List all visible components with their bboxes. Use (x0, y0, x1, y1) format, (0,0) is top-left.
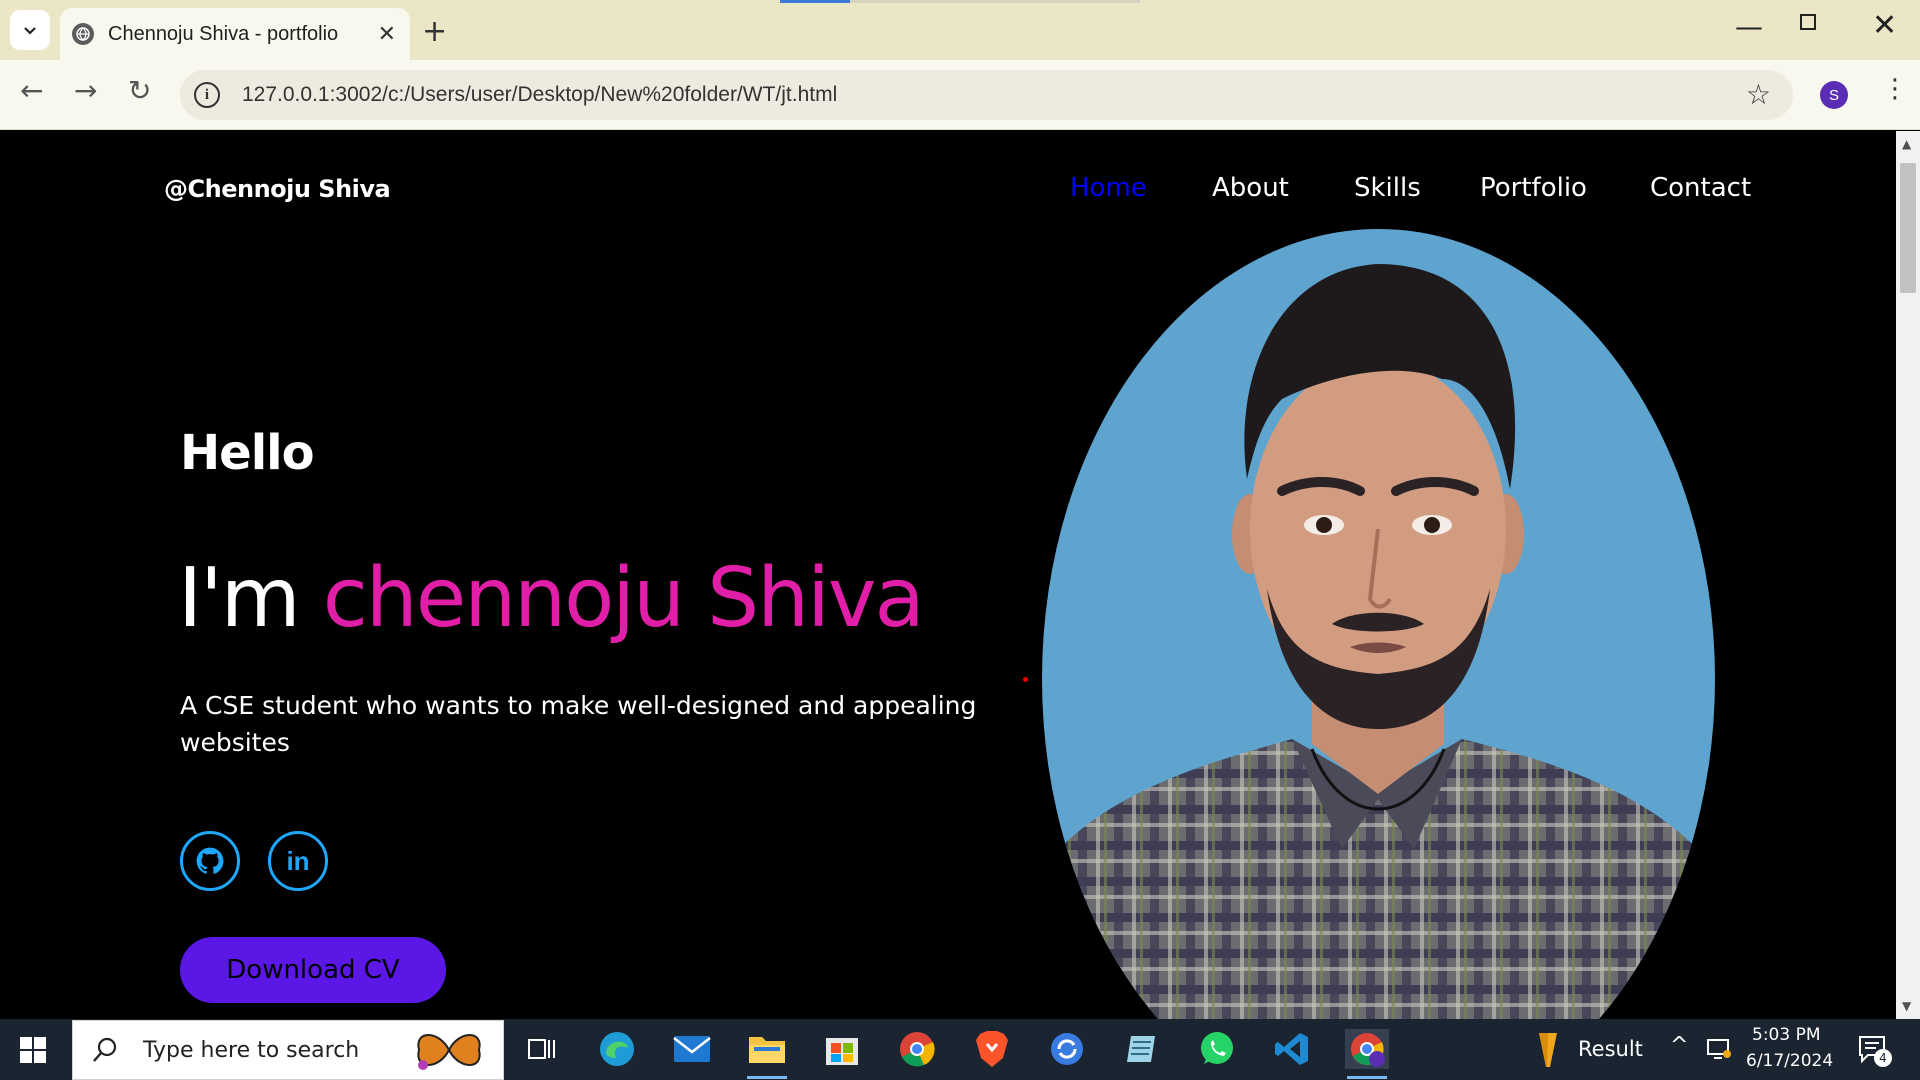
forward-icon[interactable]: → (74, 74, 97, 107)
github-icon (196, 847, 224, 874)
edge-icon[interactable] (595, 1029, 639, 1069)
whatsapp-icon[interactable] (1195, 1029, 1239, 1069)
scroll-thumb[interactable] (1900, 163, 1916, 293)
page-scrollbar[interactable]: ▲ ▼ (1896, 131, 1920, 1019)
task-view-icon[interactable] (520, 1029, 564, 1069)
chevron-down-icon (24, 27, 36, 35)
tray-chevron-up-icon[interactable]: ^ (1670, 1033, 1688, 1058)
notification-count-badge: 4 (1874, 1049, 1892, 1067)
tab-loading-indicator (780, 0, 850, 3)
hero-greeting: Hello (180, 425, 315, 481)
taskbar-search-box[interactable]: Type here to search (72, 1020, 504, 1080)
nav-skills-link[interactable]: Skills (1354, 173, 1421, 203)
hero-tagline: A CSE student who wants to make well-des… (180, 691, 977, 757)
nav-home-link[interactable]: Home (1070, 173, 1147, 203)
chrome-profile-icon[interactable] (1345, 1029, 1389, 1079)
mail-icon[interactable] (670, 1029, 714, 1069)
active-tab[interactable]: Chennoju Shiva - portfolio ✕ (60, 8, 410, 60)
new-tab-icon[interactable]: + (422, 14, 447, 49)
browser-toolbar: ← → ↻ i 127.0.0.1:3002/c:/Users/user/Des… (0, 60, 1920, 130)
store-icon[interactable] (820, 1029, 864, 1069)
brave-icon[interactable] (970, 1029, 1014, 1069)
network-icon[interactable] (1706, 1037, 1732, 1065)
tab-search-button[interactable] (10, 10, 50, 50)
reload-icon[interactable]: ↻ (128, 74, 151, 107)
profile-photo (1042, 229, 1715, 1019)
scroll-up-icon[interactable]: ▲ (1902, 137, 1911, 151)
notification-center-icon[interactable]: 4 (1858, 1035, 1892, 1069)
address-bar[interactable]: i 127.0.0.1:3002/c:/Users/user/Desktop/N… (180, 70, 1793, 120)
nav-about-link[interactable]: About (1212, 173, 1289, 203)
sync-app-icon[interactable] (1045, 1029, 1089, 1069)
tab-title: Chennoju Shiva - portfolio (108, 22, 339, 45)
clock-time[interactable]: 5:03 PM (1752, 1025, 1821, 1045)
cursor-dot (1023, 677, 1028, 682)
back-icon[interactable]: ← (20, 74, 43, 107)
clock-date[interactable]: 6/17/2024 (1746, 1051, 1833, 1071)
restore-icon[interactable] (1800, 14, 1816, 30)
browser-tab-strip: Chennoju Shiva - portfolio ✕ + — ✕ (0, 0, 1920, 60)
minimize-icon[interactable]: — (1735, 10, 1763, 43)
close-tab-icon[interactable]: ✕ (378, 22, 396, 47)
notepad-app-icon[interactable] (1120, 1029, 1164, 1069)
nav-portfolio-link[interactable]: Portfolio (1480, 173, 1587, 203)
url-text[interactable]: 127.0.0.1:3002/c:/Users/user/Desktop/New… (242, 83, 837, 107)
linkedin-button[interactable]: in (268, 831, 328, 891)
windows-taskbar: Type here to search Result ^ 5:03 PM 6/1… (0, 1019, 1920, 1080)
vscode-icon[interactable] (1270, 1029, 1314, 1069)
result-app-icon[interactable] (1535, 1031, 1561, 1073)
butterfly-icon (417, 1034, 481, 1070)
linkedin-icon: in (286, 845, 310, 876)
tray-result-label[interactable]: Result (1578, 1037, 1643, 1061)
window-close-icon[interactable]: ✕ (1872, 8, 1897, 43)
scroll-down-icon[interactable]: ▼ (1902, 999, 1911, 1013)
hero-name: chennoju Shiva (322, 551, 925, 646)
profile-avatar[interactable]: S (1820, 81, 1848, 109)
github-button[interactable] (180, 831, 240, 891)
more-menu-icon[interactable]: ⋮ (1882, 74, 1908, 104)
file-explorer-icon[interactable] (745, 1029, 789, 1079)
hero-intro: I'm (178, 551, 301, 646)
chrome-icon[interactable] (895, 1029, 939, 1069)
search-placeholder[interactable]: Type here to search (143, 1038, 359, 1063)
nav-contact-link[interactable]: Contact (1650, 173, 1751, 203)
hero-headline: I'm chennoju Shiva (178, 551, 925, 646)
bookmark-star-icon[interactable]: ☆ (1746, 78, 1771, 111)
windows-start-icon[interactable] (20, 1037, 46, 1063)
site-logo[interactable]: @Chennoju Shiva (164, 175, 391, 203)
globe-icon (72, 23, 94, 45)
site-info-icon[interactable]: i (194, 82, 220, 108)
portfolio-page: @Chennoju Shiva Home About Skills Portfo… (0, 131, 1896, 1019)
search-icon (93, 1037, 117, 1062)
download-cv-button[interactable]: Download CV (180, 937, 446, 1003)
